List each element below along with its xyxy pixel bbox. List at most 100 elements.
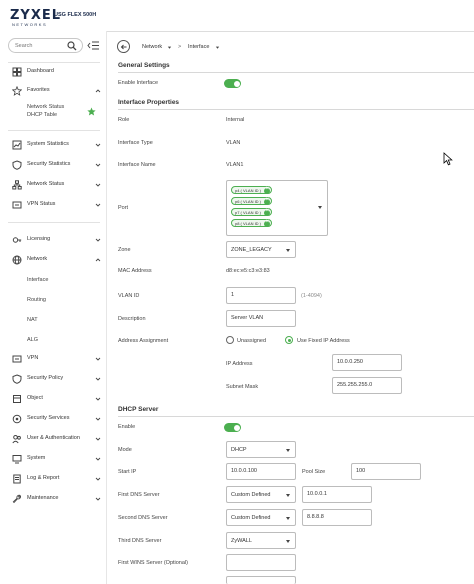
- sidebar-item-security-statistics[interactable]: Security Statistics: [0, 158, 105, 172]
- sidebar-item-security-policy[interactable]: Security Policy: [0, 372, 105, 386]
- fixed-ip-radio[interactable]: [285, 336, 293, 344]
- sidebar-item-log-report[interactable]: Log & Report: [0, 472, 105, 486]
- chevron-down-icon[interactable]: [95, 436, 101, 442]
- pool-size-input[interactable]: [356, 468, 414, 474]
- sidebar-item-network[interactable]: Network: [0, 253, 105, 267]
- sidebar-item-user-authentication[interactable]: User & Authentication: [0, 432, 105, 446]
- collapse-menu-icon[interactable]: [87, 40, 99, 51]
- breadcrumb-network[interactable]: Network: [142, 44, 162, 50]
- caret-down-icon: [286, 540, 290, 543]
- first-wins-input[interactable]: [231, 559, 289, 565]
- remove-port-icon[interactable]: [264, 186, 271, 194]
- second-wins-field[interactable]: [226, 576, 296, 584]
- second-dns-field[interactable]: [302, 509, 372, 526]
- sidebar-item-network-status[interactable]: Network Status: [0, 178, 105, 192]
- sidebar-subitem-interface[interactable]: Interface: [27, 277, 48, 283]
- remove-port-icon[interactable]: [264, 197, 271, 205]
- vlan-id-field[interactable]: [226, 287, 296, 304]
- sidebar-item-licensing[interactable]: Licensing: [0, 233, 105, 247]
- sidebar-item-maintenance[interactable]: Maintenance: [0, 492, 105, 506]
- sidebar-item-label: System Statistics: [27, 141, 69, 147]
- chevron-down-icon[interactable]: [95, 237, 101, 243]
- chevron-down-icon[interactable]: [167, 45, 172, 50]
- second-dns-input[interactable]: [307, 514, 365, 520]
- log-icon: [13, 474, 21, 484]
- first-dns-input[interactable]: [307, 491, 365, 497]
- chevron-down-icon[interactable]: [95, 496, 101, 502]
- subnet-mask-field[interactable]: [332, 377, 402, 394]
- first-wins-field[interactable]: [226, 554, 296, 571]
- sidebar-item-security-services[interactable]: Security Services: [0, 412, 105, 426]
- favorite-star-icon[interactable]: [87, 107, 96, 116]
- chevron-down-icon[interactable]: [95, 416, 101, 422]
- sidebar-item-label: Dashboard: [27, 68, 54, 74]
- pool-size-field[interactable]: [351, 463, 421, 480]
- favorite-network-status[interactable]: Network Status: [27, 104, 64, 110]
- mode-label: Mode: [118, 447, 132, 453]
- sidebar-item-system[interactable]: System: [0, 452, 105, 466]
- start-ip-field[interactable]: [226, 463, 296, 480]
- zone-select[interactable]: ZONE_LEGACY: [226, 241, 296, 258]
- sidebar-search[interactable]: [8, 38, 83, 53]
- chevron-down-icon[interactable]: [95, 456, 101, 462]
- chevron-down-icon[interactable]: [95, 182, 101, 188]
- sidebar-item-dashboard[interactable]: Dashboard: [0, 65, 105, 79]
- port-multiselect[interactable]: p4 ( VLAN ID ) p6 ( VLAN ID ) p7 ( VLAN …: [226, 180, 328, 236]
- start-ip-input[interactable]: [231, 468, 289, 474]
- sidebar-item-vpn-status[interactable]: VPN Status: [0, 198, 105, 212]
- unassigned-radio[interactable]: [226, 336, 234, 344]
- third-dns-mode-select[interactable]: ZyWALL: [226, 532, 296, 549]
- role-label: Role: [118, 117, 130, 123]
- first-dns-field[interactable]: [302, 486, 372, 503]
- vpn-icon: [12, 355, 22, 363]
- ip-address-label: IP Address: [226, 361, 253, 367]
- sidebar-item-object[interactable]: Object: [0, 392, 105, 406]
- sidebar-subitem-alg[interactable]: ALG: [27, 337, 38, 343]
- caret-down-icon: [286, 517, 290, 520]
- brand-logo-sub: NETWORKS: [12, 22, 48, 27]
- sidebar-subitem-nat[interactable]: NAT: [27, 317, 38, 323]
- subnet-mask-input[interactable]: [337, 382, 395, 388]
- description-field[interactable]: [226, 310, 296, 327]
- enable-interface-toggle[interactable]: [224, 79, 241, 88]
- search-input[interactable]: [15, 41, 67, 51]
- vlan-id-input[interactable]: [231, 292, 289, 298]
- sidebar-subitem-routing[interactable]: Routing: [27, 297, 46, 303]
- dashboard-icon: [12, 67, 22, 77]
- caret-down-icon: [286, 449, 290, 452]
- chevron-down-icon[interactable]: [95, 142, 101, 148]
- search-icon[interactable]: [67, 41, 77, 51]
- sidebar-item-label: Licensing: [27, 236, 51, 242]
- description-input[interactable]: [231, 315, 289, 321]
- chevron-down-icon[interactable]: [95, 162, 101, 168]
- dhcp-enable-toggle[interactable]: [224, 423, 241, 432]
- breadcrumb-interface[interactable]: Interface: [188, 44, 209, 50]
- second-dns-mode-select[interactable]: Custom Defined: [226, 509, 296, 526]
- back-button[interactable]: [117, 40, 130, 53]
- first-wins-label: First WINS Server (Optional): [118, 560, 188, 566]
- chevron-up-icon[interactable]: [95, 257, 101, 263]
- chevron-down-icon[interactable]: [95, 476, 101, 482]
- sidebar-item-vpn[interactable]: VPN: [0, 352, 105, 366]
- chevron-down-icon[interactable]: [95, 202, 101, 208]
- chevron-down-icon[interactable]: [95, 356, 101, 362]
- chevron-up-icon[interactable]: [95, 88, 101, 94]
- ip-address-field[interactable]: [332, 354, 402, 371]
- favorite-dhcp-table[interactable]: DHCP Table: [27, 112, 57, 118]
- description-label: Description: [118, 316, 146, 322]
- chevron-down-icon[interactable]: [95, 396, 101, 402]
- sidebar-item-favorites[interactable]: Favorites: [0, 84, 105, 98]
- breadcrumb-separator: >: [178, 44, 182, 50]
- sidebar-item-system-statistics[interactable]: System Statistics: [0, 138, 105, 152]
- port-dropdown-caret[interactable]: [318, 206, 322, 209]
- ip-address-input[interactable]: [337, 359, 395, 365]
- chevron-down-icon[interactable]: [95, 376, 101, 382]
- first-dns-mode-select[interactable]: Custom Defined: [226, 486, 296, 503]
- port-label: Port: [118, 205, 129, 211]
- mac-address-value: d8:ec:e5:c3:e3:83: [226, 268, 270, 274]
- mode-select[interactable]: DHCP: [226, 441, 296, 458]
- section-divider: [118, 109, 474, 110]
- remove-port-icon[interactable]: [264, 208, 271, 216]
- remove-port-icon[interactable]: [264, 219, 271, 227]
- chevron-down-icon[interactable]: [215, 45, 220, 50]
